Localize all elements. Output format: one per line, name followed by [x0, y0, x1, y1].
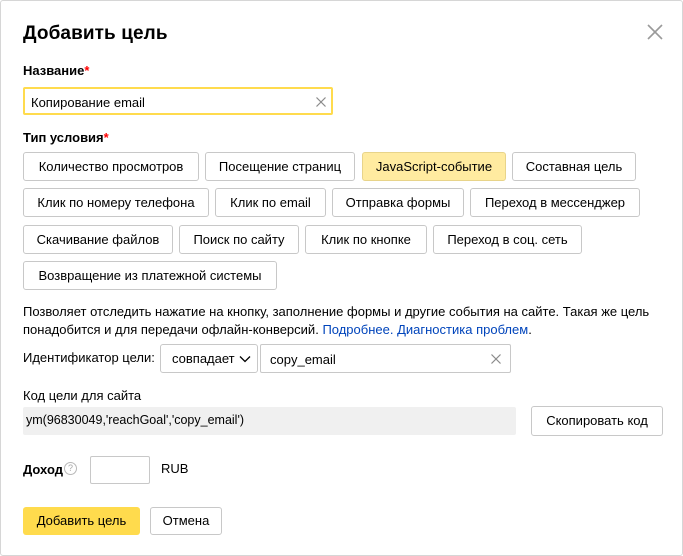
- chip-site-search[interactable]: Поиск по сайту: [179, 225, 299, 254]
- name-label-text: Название: [23, 63, 85, 78]
- chip-button-click[interactable]: Клик по кнопке: [305, 225, 427, 254]
- more-link[interactable]: Подробнее.: [322, 322, 393, 337]
- goal-name-input[interactable]: [31, 93, 301, 111]
- chip-messenger-transition[interactable]: Переход в мессенджер: [470, 188, 640, 217]
- add-goal-dialog: Добавить цель Название* Тип условия* Кол…: [0, 0, 683, 556]
- chip-file-download[interactable]: Скачивание файлов: [23, 225, 173, 254]
- cancel-button[interactable]: Отмена: [150, 507, 222, 535]
- clear-icon[interactable]: [490, 353, 502, 365]
- goal-code-label: Код цели для сайта: [23, 388, 142, 403]
- chip-social-transition[interactable]: Переход в соц. сеть: [433, 225, 582, 254]
- description-line-1: Позволяет отследить нажатие на кнопку, з…: [23, 304, 650, 319]
- chip-payment-return[interactable]: Возвращение из платежной системы: [23, 261, 277, 290]
- condition-type-label: Тип условия*: [23, 130, 109, 145]
- chip-page-visits[interactable]: Посещение страниц: [205, 152, 355, 181]
- add-goal-button[interactable]: Добавить цель: [23, 507, 140, 535]
- income-input[interactable]: [91, 457, 149, 483]
- help-icon[interactable]: ?: [64, 462, 77, 475]
- chip-phone-click[interactable]: Клик по номеру телефона: [23, 188, 209, 217]
- name-label: Название*: [23, 63, 89, 78]
- currency-label: RUB: [161, 461, 189, 476]
- required-mark: *: [84, 63, 90, 78]
- condition-description: Позволяет отследить нажатие на кнопку, з…: [23, 303, 663, 339]
- match-type-select[interactable]: совпадает: [160, 344, 258, 373]
- close-icon[interactable]: [644, 21, 666, 43]
- income-field[interactable]: [90, 456, 150, 484]
- dialog-title: Добавить цель: [23, 23, 168, 44]
- chip-js-event[interactable]: JavaScript-событие: [362, 152, 506, 181]
- chevron-down-icon: [239, 356, 251, 363]
- required-mark: *: [103, 130, 109, 145]
- goal-code-box: ym(96830049,'reachGoal','copy_email'): [23, 407, 516, 435]
- condition-type-label-text: Тип условия: [23, 130, 104, 145]
- chip-form-submit[interactable]: Отправка формы: [332, 188, 464, 217]
- description-end: .: [528, 322, 532, 337]
- goal-name-field[interactable]: [23, 87, 333, 115]
- goal-identifier-input[interactable]: [270, 350, 480, 368]
- match-type-value: совпадает: [172, 351, 235, 366]
- copy-code-button[interactable]: Скопировать код: [531, 406, 663, 436]
- goal-identifier-label: Идентификатор цели:: [23, 350, 155, 365]
- income-label: Доход: [23, 462, 63, 477]
- goal-identifier-field[interactable]: [260, 344, 511, 373]
- chip-views-count[interactable]: Количество просмотров: [23, 152, 199, 181]
- diagnostics-link[interactable]: Диагностика проблем: [397, 322, 528, 337]
- goal-code-snippet: ym(96830049,'reachGoal','copy_email'): [26, 413, 244, 427]
- description-line-2: понадобится и для передачи офлайн-конвер…: [23, 322, 319, 337]
- chip-composite-goal[interactable]: Составная цель: [512, 152, 636, 181]
- clear-icon[interactable]: [315, 96, 327, 108]
- chip-email-click[interactable]: Клик по email: [215, 188, 326, 217]
